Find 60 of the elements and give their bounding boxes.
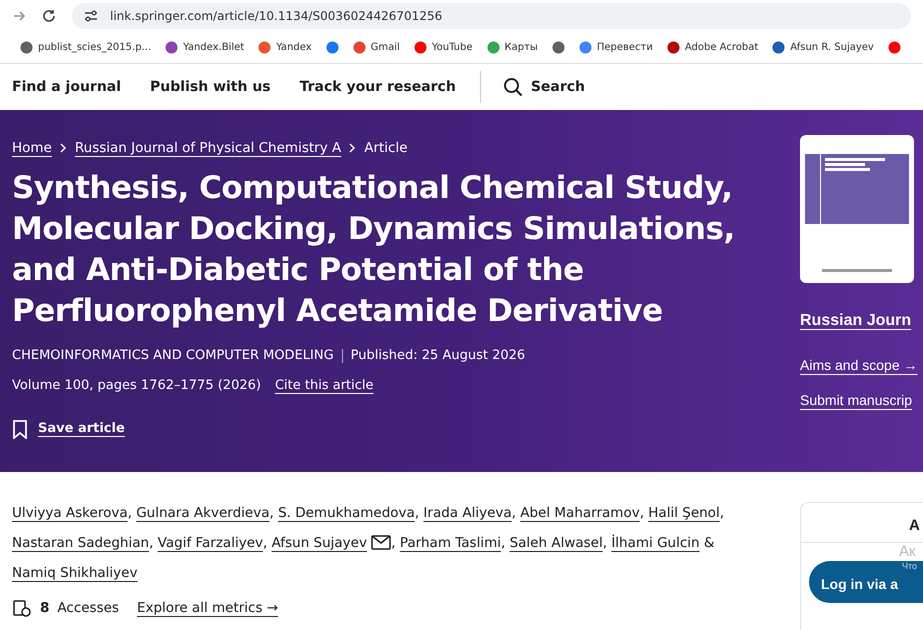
cite-link[interactable]: Cite this article — [274, 376, 374, 396]
publish-date: Published: 25 August 2026 — [350, 347, 526, 366]
url-text: link.springer.com/article/10.1134/S0036024426701256 — [110, 8, 442, 25]
access-heading: A — [909, 516, 920, 536]
bookmark[interactable]: publist_scies_2015.p... — [20, 40, 152, 55]
bookmark[interactable]: Перевести — [578, 40, 653, 55]
access-label: Accesses — [57, 599, 119, 618]
nav-link[interactable]: Track your research — [300, 76, 456, 98]
author-link[interactable]: Afsun Sujayev — [272, 535, 392, 551]
journal-link[interactable]: Aims and scope → — [800, 355, 918, 376]
bookmark[interactable]: Карты — [486, 40, 538, 55]
bookmark[interactable]: Yandex.Bilet — [165, 40, 244, 55]
author-link[interactable]: Gulnara Akverdieva — [136, 505, 270, 521]
bookmark[interactable]: Yandex — [258, 40, 312, 55]
bookmark-icon — [12, 420, 28, 438]
nav-link[interactable]: Publish with us — [150, 76, 271, 98]
nav-link[interactable]: Find a journal — [12, 76, 122, 98]
download-stats-icon — [12, 598, 32, 618]
reload-icon[interactable] — [42, 9, 56, 23]
author-list: Ulviyya Askerova, Gulnara Akverdieva, S. Demukhamedova, Irada Aliyeva, Abel Maharramov, Halil Şenol, Nastaran Sadeghian, Vagif Farzaliyev, Afsun Sujayev , Parham Taslimi, Saleh Alwasel, İlhami Gulcin & Namiq Shikhaliyev — [12, 498, 732, 588]
breadcrumb-link[interactable]: Russian Journal of Physical Chemistry A — [74, 138, 342, 158]
metrics-link[interactable]: Explore all metrics → — [136, 598, 278, 618]
article-section: CHEMOINFORMATICS AND COMPUTER MODELING — [12, 346, 334, 366]
journal-name-link[interactable]: Russian Journ — [800, 309, 912, 333]
access-subheading: Ак — [899, 542, 916, 560]
access-count: 8 — [40, 599, 50, 618]
author-link[interactable]: Nastaran Sadeghian — [12, 535, 150, 551]
breadcrumb-link[interactable]: Home — [12, 138, 52, 158]
journal-link[interactable]: Submit manuscrip — [800, 390, 912, 411]
bookmark[interactable] — [888, 41, 901, 54]
chevron-icon — [60, 143, 67, 154]
author-link[interactable]: İlhami Gulcin — [611, 535, 700, 551]
journal-cover-drawing[interactable] — [800, 135, 914, 283]
author-link[interactable]: Saleh Alwasel — [510, 535, 603, 551]
article-title: Synthesis, Computational Chemical Study, Molecular Docking, Dynamics Simulations, and Anti-Diabetic Potential of the Perfluorophenyl Acetamide Derivative — [12, 169, 736, 332]
bookmark[interactable]: Afsun R. Sujayev — [772, 40, 874, 55]
author-link[interactable]: Vagif Farzaliyev — [158, 535, 263, 551]
bookmark[interactable]: Adobe Acrobat — [666, 40, 758, 55]
bookmark[interactable] — [552, 41, 565, 54]
save-article-link[interactable]: Save article — [12, 419, 125, 439]
author-link[interactable]: Parham Taslimi — [400, 535, 501, 551]
forward-icon[interactable] — [12, 9, 26, 23]
breadcrumb-link[interactable]: Article — [364, 138, 408, 158]
access-hint: Что — [902, 560, 918, 572]
bookmark[interactable]: Gmail — [352, 40, 400, 55]
author-link[interactable]: S. Demukhamedova — [278, 505, 415, 521]
bookmark[interactable] — [326, 41, 339, 54]
bookmark[interactable]: YouTube — [414, 40, 473, 55]
author-link[interactable]: Halil Şenol — [648, 505, 720, 521]
chevron-icon — [349, 143, 356, 154]
author-link[interactable]: Namiq Shikhaliyev — [12, 565, 138, 581]
address-bar[interactable]: link.springer.com/article/10.1134/S0036024426701256 — [72, 3, 911, 29]
volume-pages: Volume 100, pages 1762–1775 (2026) — [12, 376, 261, 395]
author-link[interactable]: Ulviyya Askerova — [12, 505, 128, 521]
search-icon — [502, 77, 523, 97]
mail-icon[interactable] — [371, 535, 392, 550]
search-link[interactable]: Search — [502, 76, 586, 98]
author-link[interactable]: Irada Aliyeva — [423, 505, 512, 521]
author-link[interactable]: Abel Maharramov — [520, 505, 640, 521]
site-settings-icon[interactable] — [84, 10, 98, 22]
